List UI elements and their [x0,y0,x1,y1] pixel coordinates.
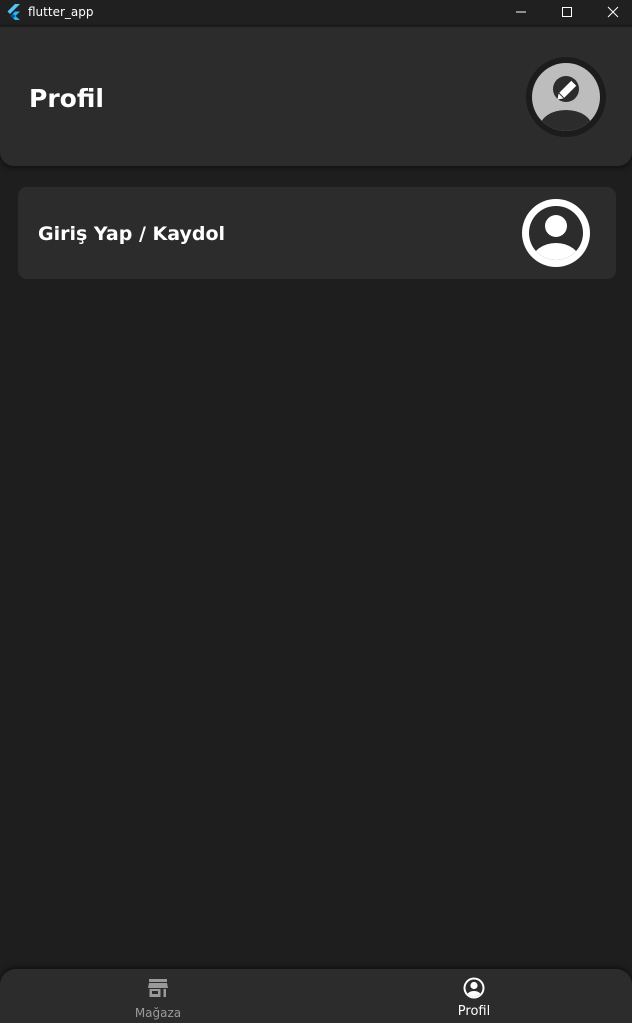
maximize-button[interactable] [544,0,590,24]
account-circle-icon [522,199,590,267]
bottom-navigation: Mağaza Profil [0,969,632,1023]
title-bar: flutter_app [0,0,632,24]
profile-header: Profil [0,27,632,166]
login-register-label: Giriş Yap / Kaydol [38,223,226,245]
close-button[interactable] [590,0,632,24]
maximize-icon [562,7,572,17]
account-edit-icon [532,63,600,131]
flutter-logo-icon [7,4,20,20]
close-icon [607,6,619,18]
account-circle-icon [463,977,485,999]
minimize-icon [516,11,526,13]
nav-item-store-label: Mağaza [134,1006,182,1020]
store-icon [148,979,168,997]
app-window: flutter_app Profil Giriş Yap / Kaydol Ma… [0,0,632,1023]
edit-avatar-button[interactable] [526,57,606,137]
minimize-button[interactable] [498,0,544,24]
page-title: Profil [29,84,104,113]
nav-item-store[interactable]: Mağaza [0,969,316,1023]
nav-item-profile-label: Profil [457,1004,491,1019]
window-title: flutter_app [28,5,94,19]
nav-item-profile[interactable]: Profil [316,969,632,1023]
login-register-card[interactable]: Giriş Yap / Kaydol [18,187,616,279]
